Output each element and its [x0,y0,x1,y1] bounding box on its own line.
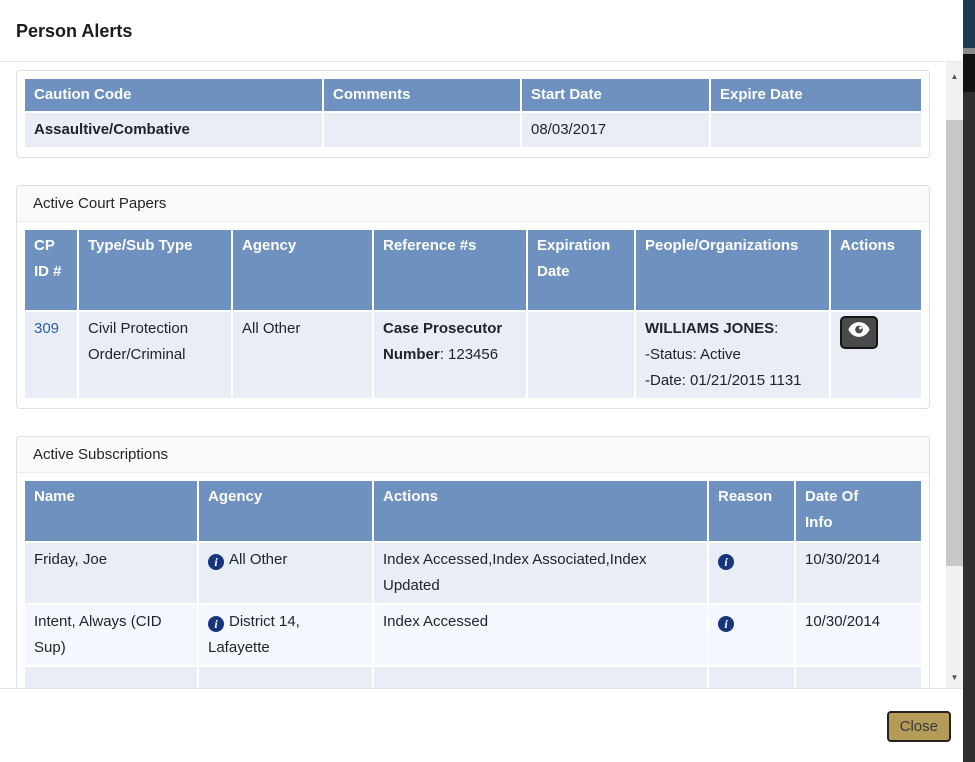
people-name-suffix: : [774,320,778,337]
active-court-papers-panel: Active Court Papers CP ID # [16,185,930,409]
close-button[interactable]: Close [887,711,951,742]
scroll-down-button[interactable]: ▼ [946,669,963,686]
backdrop-segment [963,54,975,92]
col-header-start-date: Start Date [522,79,711,113]
expire-date-cell [711,113,921,149]
modal-header: Person Alerts [0,0,963,62]
modal-body: Caution Code Comments Start Date Expire … [0,62,963,688]
info-icon[interactable]: i [208,616,224,632]
col-header-cp-id: CP ID # [25,230,79,312]
person-alerts-modal: Person Alerts Caution Cod [0,0,963,762]
section-title-active-court-papers: Active Court Papers [17,186,929,222]
view-details-button[interactable] [840,316,878,349]
modal-title: Person Alerts [16,20,947,42]
col-header-actions: Actions [374,481,709,543]
people-name-line: WILLIAMS JONES: [645,316,820,342]
col-header-agency: Agency [233,230,374,312]
people-organizations-cell: WILLIAMS JONES: -Status: Active -Date: 0… [636,312,831,400]
section-title-active-subscriptions: Active Subscriptions [17,437,929,473]
actions-cell [831,312,921,400]
table-row: 309 Civil Protection Order/Criminal All … [25,312,921,400]
date-of-info-cell: 10/30/2014 [796,605,921,667]
cp-id-cell: 309 [25,312,79,400]
col-header-reference: Reference #s [374,230,528,312]
col-header-agency: Agency [199,481,374,543]
info-icon[interactable]: i [718,554,734,570]
col-header-actions: Actions [831,230,921,312]
type-sub-type-cell: Civil Protection Order/Criminal [79,312,233,400]
info-icon[interactable]: i [208,554,224,570]
actions-cell: Index Accessed,Index Associated,Index Up… [374,543,709,605]
actions-cell: Index Accessed [374,605,709,667]
eye-icon [848,320,870,346]
modal-content: Caution Code Comments Start Date Expire … [0,62,946,688]
col-header-date-of-info: Date Of Info [796,481,921,543]
reference-value: : 123456 [440,346,498,363]
col-header-type-sub-type: Type/Sub Type [79,230,233,312]
page-backdrop [963,0,975,762]
start-date-cell: 08/03/2017 [522,113,711,149]
people-date-line: -Date: 01/21/2015 1131 [645,368,820,394]
table-row: Assaultive/Combative 08/03/2017 [25,113,921,149]
cp-id-link[interactable]: 309 [34,320,59,337]
caution-header-row: Caution Code Comments Start Date Expire … [25,79,921,113]
agency-cell: iDistrict 14, Lafayette [199,605,374,667]
reason-cell: i [709,543,796,605]
backdrop-segment [963,0,975,48]
table-row: Friday, Joe i All Other Index Accessed,In… [25,543,921,605]
caution-codes-panel: Caution Code Comments Start Date Expire … [16,70,930,158]
people-status-line: -Status: Active [645,342,820,368]
agency-text: All Other [229,551,287,568]
caution-code-cell: Assaultive/Combative [25,113,324,149]
col-header-caution-code: Caution Code [25,79,324,113]
modal-footer: Close [0,688,963,762]
scrollbar-thumb[interactable] [946,120,963,566]
screen: Person Alerts Caution Cod [0,0,975,762]
reason-cell: i [709,605,796,667]
col-header-comments: Comments [324,79,522,113]
col-header-expire-date: Expire Date [711,79,921,113]
agency-cell: All Other [233,312,374,400]
active-court-papers-table: CP ID # Type/Sub Type Agency Reference #… [25,230,921,400]
scroll-down-icon: ▼ [951,673,959,682]
comments-cell [324,113,522,149]
subscriptions-header-row: Name Agency Actions Reason Date Of Info [25,481,921,543]
backdrop-segment [963,92,975,762]
scroll-up-icon: ▲ [951,72,959,81]
court-papers-header-row: CP ID # Type/Sub Type Agency Reference #… [25,230,921,312]
agency-cell: i All Other [199,543,374,605]
table-row: Intent, Always (CID Sup) iDistrict 14, L… [25,605,921,667]
col-header-reason: Reason [709,481,796,543]
caution-codes-table: Caution Code Comments Start Date Expire … [25,79,921,149]
reference-cell: Case Prosecutor Number: 123456 [374,312,528,400]
scroll-up-button[interactable]: ▲ [946,68,963,85]
col-header-expiration-date: Expiration Date [528,230,636,312]
active-subscriptions-table: Name Agency Actions Reason Date Of Info … [25,481,921,688]
table-row-partial [25,667,921,688]
vertical-scrollbar[interactable]: ▲ ▼ [946,62,963,688]
people-name: WILLIAMS JONES [645,320,774,337]
info-icon[interactable]: i [718,616,734,632]
date-of-info-cell: 10/30/2014 [796,543,921,605]
col-header-name: Name [25,481,199,543]
col-header-people-organizations: People/Organizations [636,230,831,312]
active-subscriptions-panel: Active Subscriptions Name Agency [16,436,930,688]
name-cell: Friday, Joe [25,543,199,605]
expiration-date-cell [528,312,636,400]
name-cell: Intent, Always (CID Sup) [25,605,199,667]
